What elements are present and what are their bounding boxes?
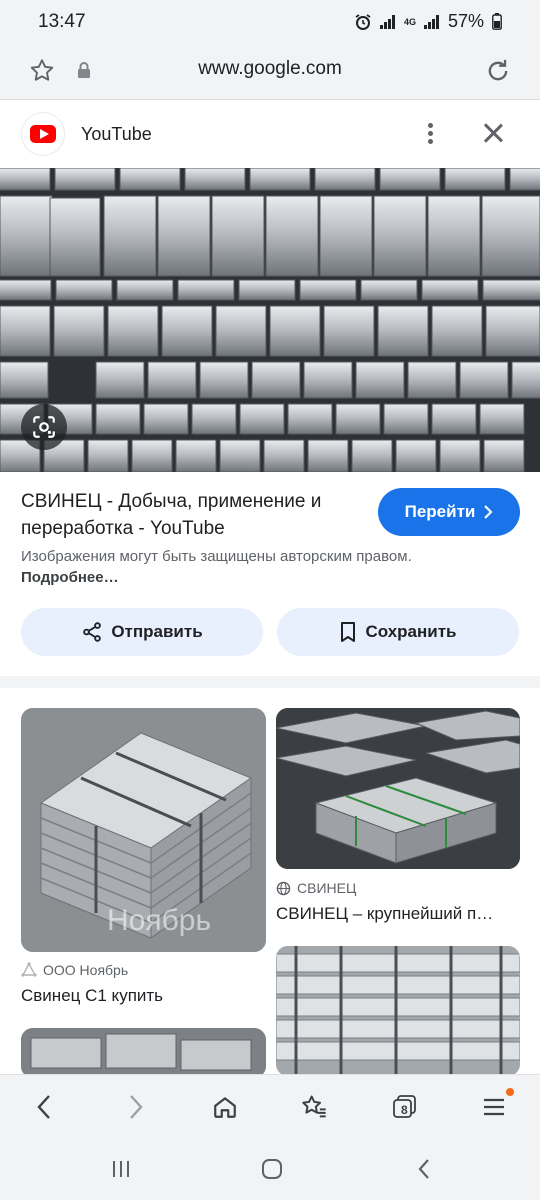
- ingot-stack-image-3: [21, 1028, 266, 1078]
- ingot-pallet-image: [276, 946, 520, 1076]
- home-icon: [214, 1097, 236, 1118]
- copyright-notice: Изображения могут быть защищены авторски…: [21, 546, 421, 588]
- signal-icon: [379, 14, 396, 29]
- close-icon[interactable]: [478, 118, 508, 148]
- related-image-1[interactable]: Ноябрь: [21, 708, 266, 952]
- battery-icon: [492, 13, 502, 30]
- signal-icon-2: [423, 14, 440, 29]
- lens-search-button[interactable]: [21, 404, 67, 450]
- back-nav-icon[interactable]: [416, 1158, 432, 1180]
- status-bar: 13:47 4G 57%: [0, 0, 540, 44]
- url-bar: www.google.com: [0, 44, 540, 100]
- network-type: 4G: [403, 16, 416, 27]
- tabs-button[interactable]: 8: [385, 1087, 425, 1127]
- source-name[interactable]: YouTube: [81, 124, 152, 145]
- save-label: Сохранить: [365, 622, 457, 641]
- home-button[interactable]: [205, 1087, 245, 1127]
- warehouse-ingots-image: [276, 708, 520, 869]
- related-source-name-1: ООО Ноябрь: [43, 962, 129, 978]
- recent-apps-icon[interactable]: [111, 1159, 131, 1179]
- learn-more-link[interactable]: Подробнее…: [21, 569, 119, 586]
- home-nav-icon[interactable]: [261, 1158, 283, 1180]
- share-icon: [83, 622, 102, 642]
- star-list-icon: [302, 1095, 326, 1118]
- result-title[interactable]: СВИНЕЦ - Добыча, применение и переработк…: [21, 488, 366, 542]
- visit-label: Перейти: [404, 502, 476, 521]
- forward-button[interactable]: [116, 1087, 156, 1127]
- alarm-icon: [355, 13, 371, 30]
- menu-button[interactable]: [474, 1087, 514, 1127]
- camera-search-icon: [33, 416, 55, 438]
- browser-toolbar: 8: [0, 1074, 540, 1138]
- related-image-3[interactable]: [21, 1028, 266, 1078]
- globe-icon: [276, 881, 291, 895]
- battery-percent: 57%: [447, 11, 484, 31]
- related-source-name-2: СВИНЕЦ: [297, 880, 357, 896]
- arrow-back-icon: [37, 1095, 50, 1119]
- more-options-icon[interactable]: [420, 120, 440, 148]
- share-button[interactable]: Отправить: [21, 608, 263, 656]
- related-image-4[interactable]: [276, 946, 520, 1076]
- hamburger-menu-icon: [484, 1098, 504, 1116]
- share-label: Отправить: [111, 622, 203, 641]
- result-header: YouTube: [0, 100, 540, 168]
- chevron-right-icon: [484, 505, 493, 519]
- bookmarks-button[interactable]: [294, 1087, 334, 1127]
- related-title-1[interactable]: Свинец С1 купить: [21, 986, 266, 1006]
- section-divider: [0, 676, 540, 688]
- tab-count: 8: [401, 1103, 408, 1117]
- main-image[interactable]: [0, 168, 540, 472]
- related-title-2[interactable]: СВИНЕЦ – крупнейший п…: [276, 904, 520, 924]
- bookmark-icon: [341, 622, 356, 642]
- save-button[interactable]: Сохранить: [277, 608, 519, 656]
- related-image-2[interactable]: [276, 708, 520, 869]
- url-text[interactable]: www.google.com: [0, 58, 540, 80]
- source-logo-icon: [21, 962, 37, 977]
- system-navigation-bar: [0, 1138, 540, 1200]
- youtube-logo-icon: [21, 112, 65, 156]
- visit-button[interactable]: Перейти: [378, 488, 520, 536]
- watermark-text: Ноябрь: [107, 904, 212, 937]
- status-time: 13:47: [38, 11, 86, 32]
- related-source-1[interactable]: ООО Ноябрь: [21, 962, 128, 978]
- back-button[interactable]: [24, 1087, 64, 1127]
- related-source-2[interactable]: СВИНЕЦ: [276, 880, 356, 896]
- reload-icon[interactable]: [484, 57, 512, 85]
- arrow-forward-icon: [130, 1095, 143, 1119]
- status-icons: 4G 57%: [354, 11, 502, 32]
- notice-text: Изображения могут быть защищены авторски…: [21, 548, 412, 565]
- lead-ingots-image: [0, 168, 540, 472]
- notification-dot: [506, 1088, 514, 1096]
